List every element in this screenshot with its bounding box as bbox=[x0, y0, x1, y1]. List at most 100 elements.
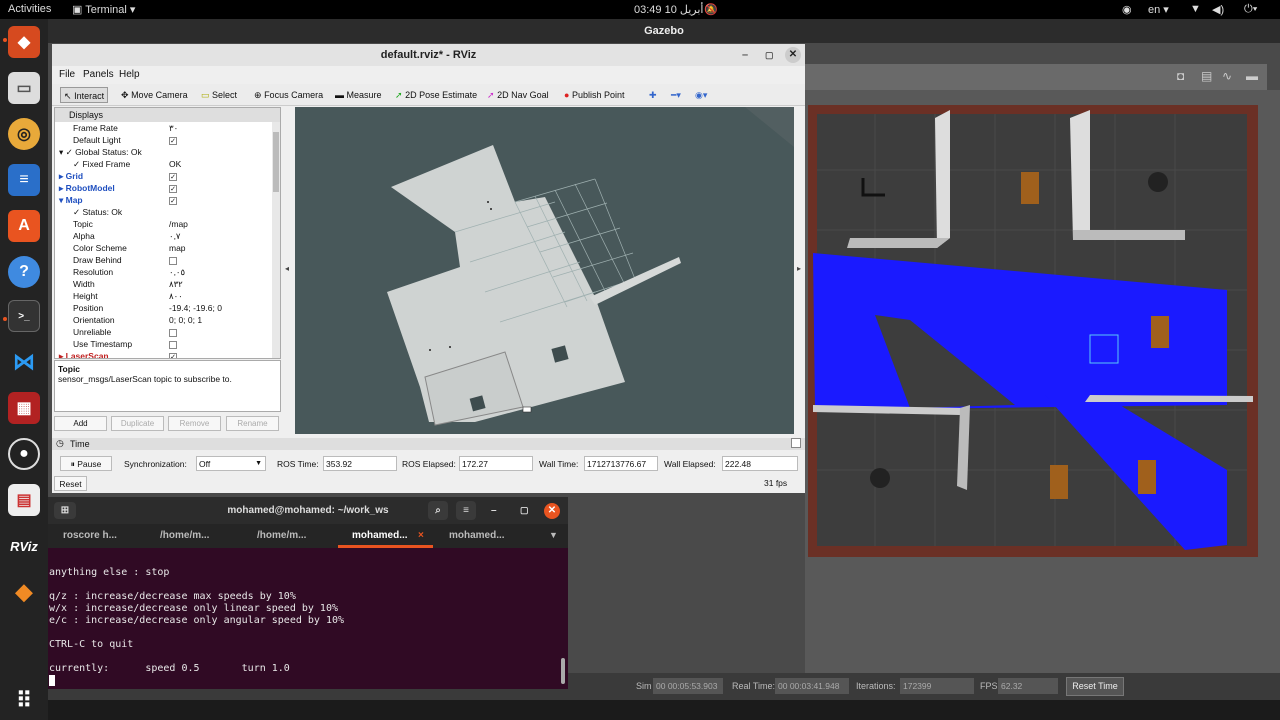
minimize-icon[interactable]: – bbox=[491, 497, 497, 524]
software-icon[interactable]: A bbox=[8, 210, 40, 242]
app-menu[interactable]: ▣ Terminal ▾ bbox=[72, 3, 135, 16]
files-icon[interactable]: ▭ bbox=[8, 72, 40, 104]
display-row-value[interactable]: OK bbox=[169, 158, 181, 170]
tool-publish-point[interactable]: ● Publish Point bbox=[561, 87, 628, 103]
ros-elapsed-field[interactable]: 172.27 bbox=[459, 456, 533, 471]
display-row-checkbox[interactable]: ✓ bbox=[169, 194, 177, 206]
remove-button[interactable]: Remove bbox=[168, 416, 221, 431]
rhythmbox-icon[interactable]: ◎ bbox=[8, 118, 40, 150]
sync-select[interactable]: Off ▼ bbox=[196, 456, 266, 471]
network-icon[interactable]: ▼ bbox=[1190, 3, 1201, 15]
tool-2d-pose-estimate[interactable]: ➚ 2D Pose Estimate bbox=[392, 87, 480, 103]
reset-time-button[interactable]: Reset Time bbox=[1066, 677, 1124, 696]
vscode-icon[interactable]: ⋈ bbox=[8, 346, 40, 378]
display-row[interactable]: Height ٨٠٠ bbox=[55, 290, 270, 302]
remove-tool-icon[interactable]: ━▾ bbox=[668, 87, 684, 103]
add-button[interactable]: Add bbox=[54, 416, 107, 431]
display-row-checkbox[interactable] bbox=[169, 254, 177, 266]
collapse-left-icon[interactable]: ◂ bbox=[285, 264, 289, 273]
display-row-checkbox[interactable] bbox=[169, 326, 177, 338]
display-row-checkbox[interactable]: ✓ bbox=[169, 170, 177, 182]
gazebo-scene[interactable] bbox=[805, 90, 1280, 673]
display-row[interactable]: Topic/map bbox=[55, 218, 270, 230]
clock[interactable]: 03:49 10 أبريل bbox=[634, 3, 703, 16]
tool-2d-nav-goal[interactable]: ➚ 2D Nav Goal bbox=[484, 87, 552, 103]
maximize-icon[interactable]: ▢ bbox=[520, 497, 529, 524]
volume-icon[interactable]: ◀) bbox=[1212, 3, 1224, 16]
display-row[interactable]: Default Light ✓ bbox=[55, 134, 270, 146]
rviz-icon[interactable]: RViz bbox=[8, 530, 40, 562]
tab-close-icon[interactable]: × bbox=[418, 530, 424, 541]
rviz-3d-viewport[interactable] bbox=[295, 107, 794, 434]
display-row[interactable]: Unreliable bbox=[55, 326, 270, 338]
display-row-value[interactable]: ٠,٧ bbox=[169, 230, 181, 242]
gazebo-icon[interactable]: ◆ bbox=[8, 576, 40, 608]
display-row[interactable]: Color Scheme map bbox=[55, 242, 270, 254]
rename-button[interactable]: Rename bbox=[226, 416, 279, 431]
app-icon[interactable]: ▦ bbox=[8, 392, 40, 424]
hamburger-menu-icon[interactable]: ≡ bbox=[456, 501, 476, 520]
terminal-icon[interactable]: >_ bbox=[8, 300, 40, 332]
help-icon[interactable]: ? bbox=[8, 256, 40, 288]
display-row[interactable]: ✓ Status: Ok bbox=[55, 206, 270, 218]
close-icon[interactable]: ✕ bbox=[785, 47, 801, 63]
eye-icon[interactable]: ◉▾ bbox=[692, 87, 710, 103]
pause-button[interactable]: ⏸ Pause bbox=[60, 456, 112, 471]
new-tab-icon[interactable]: ⊞ bbox=[54, 502, 76, 519]
language-selector[interactable]: en ▾ bbox=[1148, 3, 1169, 16]
checkbox-checked-icon[interactable]: ✓ bbox=[169, 196, 177, 205]
menu-help[interactable]: Help bbox=[119, 69, 140, 80]
display-row-value[interactable]: 0; 0; 0; 1 bbox=[169, 314, 202, 326]
displays-tree[interactable]: Frame Rate ٣٠ Default Light ✓ ▾ ✓ Global Sta… bbox=[55, 122, 272, 358]
tool-select[interactable]: ▭ Select bbox=[198, 87, 240, 103]
checkbox-empty-icon[interactable] bbox=[169, 256, 177, 265]
tab-roscore[interactable]: roscore h... bbox=[63, 530, 117, 541]
wall-time-field[interactable]: 1712713776.67 bbox=[584, 456, 658, 471]
display-row[interactable]: Resolution ٠,٠٥ bbox=[55, 266, 270, 278]
video-icon[interactable]: ▬ bbox=[1246, 69, 1258, 83]
duplicate-button[interactable]: Duplicate bbox=[111, 416, 164, 431]
tool-interact[interactable]: ↖ Interact bbox=[60, 87, 109, 103]
checkbox-empty-icon[interactable] bbox=[169, 340, 177, 349]
checkbox-checked-icon[interactable]: ✓ bbox=[169, 172, 177, 181]
ros-time-field[interactable]: 353.92 bbox=[323, 456, 397, 471]
collapse-right-icon[interactable]: ▸ bbox=[797, 264, 801, 273]
tab-mohamed-active[interactable]: mohamed... bbox=[352, 530, 408, 541]
display-row[interactable]: ✓ Fixed Frame OK bbox=[55, 158, 270, 170]
screenshot-icon[interactable]: ◘ bbox=[1177, 69, 1184, 83]
display-row-checkbox[interactable]: ✓ bbox=[169, 134, 177, 146]
display-row[interactable]: Width ٨٣٢ bbox=[55, 278, 270, 290]
display-row[interactable]: Draw Behind bbox=[55, 254, 270, 266]
indicator-icon[interactable]: ◉ bbox=[1122, 3, 1132, 16]
display-row[interactable]: ▸ Grid ✓ bbox=[55, 170, 270, 182]
display-row-value[interactable]: ٨٠٠ bbox=[169, 290, 183, 302]
tool-focus-camera[interactable]: ⊕ Focus Camera bbox=[251, 87, 326, 103]
display-row[interactable]: Orientation 0; 0; 0; 1 bbox=[55, 314, 270, 326]
checkbox-checked-icon[interactable]: ✓ bbox=[169, 136, 177, 145]
terminal-output[interactable]: anything else : stop q/z : increase/decr… bbox=[48, 548, 568, 689]
search-icon[interactable]: ⌕ bbox=[428, 501, 448, 520]
display-row[interactable]: ▾ ✓ Global Status: Ok bbox=[55, 146, 270, 158]
display-row-value[interactable]: -19.4; -19.6; 0 bbox=[169, 302, 222, 314]
tool-measure[interactable]: ▬ Measure bbox=[332, 87, 385, 103]
close-icon[interactable]: ✕ bbox=[544, 503, 560, 519]
display-row-checkbox[interactable]: ✓ bbox=[169, 182, 177, 194]
display-row-value[interactable]: /map bbox=[169, 218, 188, 230]
tool-move-camera[interactable]: ✥ Move Camera bbox=[118, 87, 191, 103]
wall-elapsed-field[interactable]: 222.48 bbox=[722, 456, 798, 471]
display-row[interactable]: ▸ RobotModel ✓ bbox=[55, 182, 270, 194]
display-row-value[interactable]: ٣٠ bbox=[169, 122, 178, 134]
show-apps-icon[interactable]: ⠿ bbox=[8, 685, 40, 717]
activities-button[interactable]: Activities bbox=[8, 3, 51, 15]
tab-home-2[interactable]: /home/m... bbox=[257, 530, 306, 541]
checkbox-checked-icon[interactable]: ✓ bbox=[169, 352, 177, 358]
plot-icon[interactable]: ∿ bbox=[1222, 69, 1232, 83]
tab-home-1[interactable]: /home/m... bbox=[160, 530, 209, 541]
reset-button[interactable]: Reset bbox=[54, 476, 87, 491]
display-row-value[interactable]: ٠,٠٥ bbox=[169, 266, 185, 278]
display-row-value[interactable]: map bbox=[169, 242, 186, 254]
add-tool-icon[interactable]: ✚ bbox=[646, 87, 660, 103]
document-viewer-icon[interactable]: ▤ bbox=[8, 484, 40, 516]
maximize-icon[interactable]: ▢ bbox=[765, 44, 774, 66]
tabs-dropdown-icon[interactable]: ▼ bbox=[549, 530, 558, 540]
